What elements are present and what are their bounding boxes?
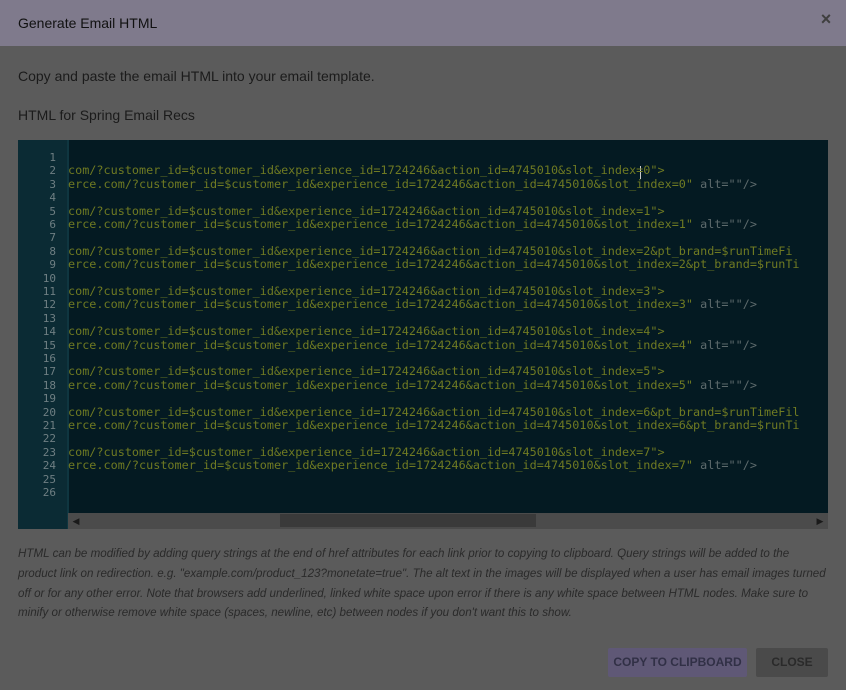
code-url-token: erce.com/?customer_id=$customer_id&exper…	[68, 176, 701, 191]
code-line: com/?customer_id=$customer_id&experience…	[68, 243, 793, 258]
intro-text: Copy and paste the email HTML into your …	[18, 68, 375, 84]
html-code-editor[interactable]: 1 2 3 4 5 6 7 8 9 10 11 12 13 14 15 16 17 18 19 20 21 22 23 24 2…	[18, 140, 828, 529]
line-number: 17	[42, 365, 56, 379]
code-url-token: com/?customer_id=$customer_id&experience…	[68, 324, 665, 339]
line-number: 14	[42, 325, 56, 339]
scrollbar-thumb[interactable]	[280, 514, 536, 527]
line-number: 9	[49, 258, 56, 272]
line-number: 23	[42, 445, 56, 459]
code-line: com/?customer_id=$customer_id&experience…	[68, 203, 665, 218]
section-heading: HTML for Spring Email Recs	[18, 107, 195, 123]
copy-to-clipboard-button[interactable]: COPY TO CLIPBOARD	[608, 648, 747, 677]
code-url-token: erce.com/?customer_id=$customer_id&exper…	[68, 217, 701, 231]
code-area[interactable]: com/?customer_id=$customer_id&experience…	[68, 140, 828, 513]
line-number: 19	[42, 392, 56, 406]
line-number: 5	[49, 204, 56, 218]
code-url-token: erce.com/?customer_id=$customer_id&exper…	[68, 458, 701, 473]
line-number: 13	[42, 311, 56, 325]
line-number: 10	[42, 271, 56, 285]
code-url-token: erce.com/?customer_id=$customer_id&exper…	[68, 377, 701, 392]
code-line: erce.com/?customer_id=$customer_id&exper…	[68, 377, 757, 392]
code-line: erce.com/?customer_id=$customer_id&exper…	[68, 458, 757, 473]
code-url-token: com/?customer_id=$customer_id&experience…	[68, 203, 665, 218]
code-line: com/?customer_id=$customer_id&experience…	[68, 324, 665, 339]
code-url-token: com/?customer_id=$customer_id&experience…	[68, 404, 800, 419]
line-number: 20	[42, 405, 56, 419]
line-number: 1	[49, 151, 56, 164]
scroll-right-icon[interactable]: ▶	[812, 513, 828, 529]
code-url-token: com/?customer_id=$customer_id&experience…	[68, 364, 665, 379]
line-number: 22	[42, 432, 56, 446]
code-url-token: erce.com/?customer_id=$customer_id&exper…	[68, 418, 800, 432]
code-url-token: erce.com/?customer_id=$customer_id&exper…	[68, 337, 701, 352]
line-number: 11	[42, 285, 56, 298]
code-url-token: com/?customer_id=$customer_id&experience…	[68, 284, 665, 298]
code-attr-token: alt=""/>	[700, 337, 757, 352]
code-line: com/?customer_id=$customer_id&experience…	[68, 404, 800, 419]
line-number: 3	[49, 177, 56, 191]
code-attr-token: alt=""/>	[700, 217, 757, 231]
line-number: 12	[42, 298, 56, 312]
close-icon[interactable]: ×	[818, 10, 834, 28]
line-number: 25	[42, 472, 56, 486]
code-line: erce.com/?customer_id=$customer_id&exper…	[68, 176, 757, 191]
code-attr-token: alt=""/>	[700, 458, 757, 473]
code-line: erce.com/?customer_id=$customer_id&exper…	[68, 418, 800, 432]
code-attr-token: alt=""/>	[700, 297, 757, 312]
line-number: 15	[42, 338, 56, 352]
code-line: erce.com/?customer_id=$customer_id&exper…	[68, 337, 757, 352]
code-line: erce.com/?customer_id=$customer_id&exper…	[68, 298, 757, 311]
code-line: com/?customer_id=$customer_id&experience…	[68, 444, 665, 459]
code-line: erce.com/?customer_id=$customer_id&exper…	[68, 257, 800, 272]
line-number: 21	[42, 419, 56, 432]
horizontal-scrollbar[interactable]: ◀ ▶	[68, 513, 828, 529]
code-attr-token: alt=""/>	[700, 377, 757, 392]
code-url-token: com/?customer_id=$customer_id&experience…	[68, 444, 665, 459]
line-number: 4	[49, 191, 56, 205]
line-number: 16	[42, 352, 56, 365]
code-url-token: com/?customer_id=$customer_id&experience…	[68, 243, 793, 258]
code-line: com/?customer_id=$customer_id&experience…	[68, 164, 665, 177]
generate-email-html-dialog: Generate Email HTML × Copy and paste the…	[0, 0, 846, 690]
close-button[interactable]: CLOSE	[756, 648, 828, 677]
line-number: 8	[49, 244, 56, 258]
line-number: 2	[49, 164, 56, 178]
line-number: 18	[42, 378, 56, 392]
line-number: 26	[42, 486, 56, 499]
help-text: HTML can be modified by adding query str…	[18, 547, 826, 620]
dialog-header: Generate Email HTML ×	[0, 0, 846, 46]
scroll-left-icon[interactable]: ◀	[68, 513, 84, 529]
dialog-title: Generate Email HTML	[18, 15, 158, 31]
code-line: erce.com/?customer_id=$customer_id&exper…	[68, 217, 757, 231]
code-url-token: erce.com/?customer_id=$customer_id&exper…	[68, 297, 701, 312]
code-attr-token: alt=""/>	[700, 176, 757, 191]
code-line: com/?customer_id=$customer_id&experience…	[68, 365, 665, 378]
line-number: 6	[49, 218, 56, 231]
code-url-token: erce.com/?customer_id=$customer_id&exper…	[68, 257, 800, 272]
code-line: com/?customer_id=$customer_id&experience…	[68, 284, 665, 298]
line-number: 24	[42, 459, 56, 473]
code-url-token: com/?customer_id=$customer_id&experience…	[68, 163, 665, 178]
line-number: 7	[49, 231, 56, 245]
